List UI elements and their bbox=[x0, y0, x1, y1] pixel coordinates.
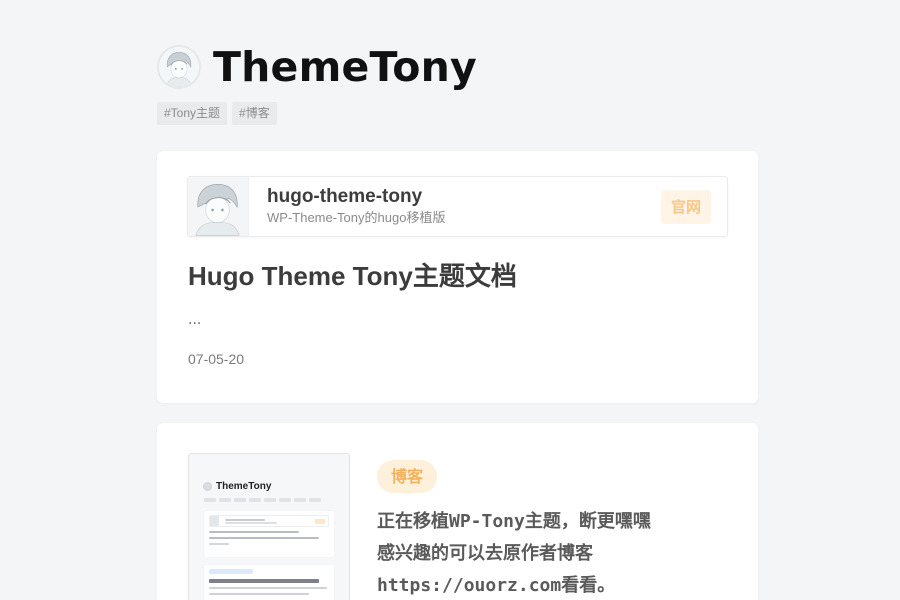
post-text-line: 感兴趣的可以去原作者博客 bbox=[377, 543, 593, 564]
project-name[interactable]: hugo-theme-tony bbox=[267, 186, 661, 208]
thumbnail-tags bbox=[189, 492, 349, 502]
post-card[interactable]: hugo-theme-tony WP-Theme-Tony的hugo移植版 官网… bbox=[157, 151, 758, 403]
official-site-button[interactable]: 官网 bbox=[660, 189, 711, 224]
thumbnail-card bbox=[204, 511, 334, 557]
thumbnail-header: ThemeTony bbox=[189, 454, 349, 492]
tag-blog[interactable]: #博客 bbox=[232, 102, 277, 125]
thumbnail-card bbox=[204, 565, 334, 600]
post-content[interactable]: 正在移植WP-Tony主题，断更嘿嘿 感兴趣的可以去原作者博客 https://… bbox=[377, 506, 717, 600]
post-title[interactable]: Hugo Theme Tony主题文档 bbox=[188, 259, 517, 293]
avatar-illustration-icon bbox=[188, 177, 249, 236]
thumbnail-title: ThemeTony bbox=[216, 481, 272, 492]
post-thumbnail[interactable]: ThemeTony bbox=[188, 453, 350, 600]
category-badge[interactable]: 博客 bbox=[377, 460, 438, 493]
tag-tony-theme[interactable]: #Tony主题 bbox=[157, 102, 228, 125]
thumbnail-avatar bbox=[203, 482, 212, 491]
site-title[interactable]: ThemeTony bbox=[213, 44, 477, 90]
avatar-illustration-icon[interactable] bbox=[157, 45, 201, 89]
post-text-line: 正在移植WP-Tony主题，断更嘿嘿 bbox=[377, 511, 651, 532]
post-text-line: https://ouorz.com看看。 bbox=[377, 575, 616, 596]
page: ThemeTony #Tony主题 #博客 hugo-theme-tony WP… bbox=[0, 0, 900, 600]
project-description: WP-Theme-Tony的hugo移植版 bbox=[267, 210, 446, 225]
project-info: hugo-theme-tony WP-Theme-Tony的hugo移植版 bbox=[267, 186, 661, 227]
post-card[interactable]: ThemeTony 博客 正在移植WP-Tony主题，断更嘿嘿 感兴趣的可以去原… bbox=[157, 423, 758, 600]
tag-list: #Tony主题 #博客 bbox=[157, 102, 757, 125]
site-header: ThemeTony #Tony主题 #博客 bbox=[157, 44, 757, 125]
brand[interactable]: ThemeTony bbox=[157, 44, 757, 90]
post-date: 07-05-20 bbox=[188, 351, 245, 367]
post-excerpt: ... bbox=[188, 312, 202, 328]
project-box[interactable]: hugo-theme-tony WP-Theme-Tony的hugo移植版 官网 bbox=[187, 176, 728, 237]
